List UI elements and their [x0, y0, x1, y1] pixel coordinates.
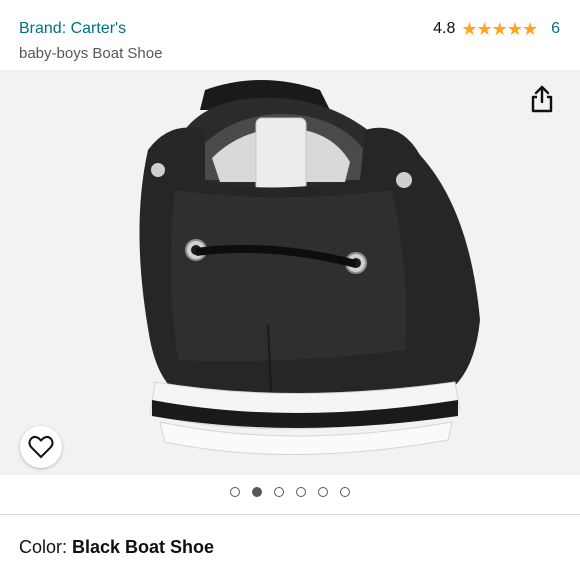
carousel-dot[interactable]	[296, 487, 306, 497]
carousel-dot[interactable]	[318, 487, 328, 497]
heart-icon	[28, 436, 54, 459]
product-header: Brand: Carter's baby-boys Boat Shoe 4.8 …	[0, 0, 580, 70]
variant-selector: Color: Black Boat Shoe	[19, 537, 214, 558]
product-title: baby-boys Boat Shoe	[19, 45, 163, 62]
product-image[interactable]	[0, 70, 580, 475]
star-icon: ★	[506, 19, 523, 39]
review-count-link[interactable]: 6	[551, 20, 560, 38]
rating-value: 4.8	[433, 20, 456, 37]
carousel-dot[interactable]	[252, 487, 262, 497]
carousel-dot[interactable]	[274, 487, 284, 497]
star-icon: ★	[476, 19, 493, 39]
star-icon: ★	[491, 19, 508, 39]
variant-label: Color:	[19, 537, 73, 557]
add-to-list-button[interactable]	[20, 426, 62, 468]
star-icon: ★	[521, 19, 538, 39]
share-button[interactable]	[520, 77, 564, 121]
share-icon	[531, 85, 553, 113]
carousel-dot[interactable]	[340, 487, 350, 497]
divider	[0, 514, 580, 515]
carousel-indicator	[0, 484, 580, 500]
star-icon: ★	[461, 19, 477, 39]
rating-stars: ★ ★ ★ ★ ★	[461, 19, 538, 39]
rating-summary[interactable]: 4.8 ★ ★ ★ ★ ★ 6	[433, 20, 560, 38]
shoe-image	[139, 80, 480, 456]
variant-value: Black Boat Shoe	[72, 537, 215, 557]
brand-link[interactable]: Brand: Carter's	[19, 20, 126, 38]
carousel-dot[interactable]	[230, 487, 240, 497]
